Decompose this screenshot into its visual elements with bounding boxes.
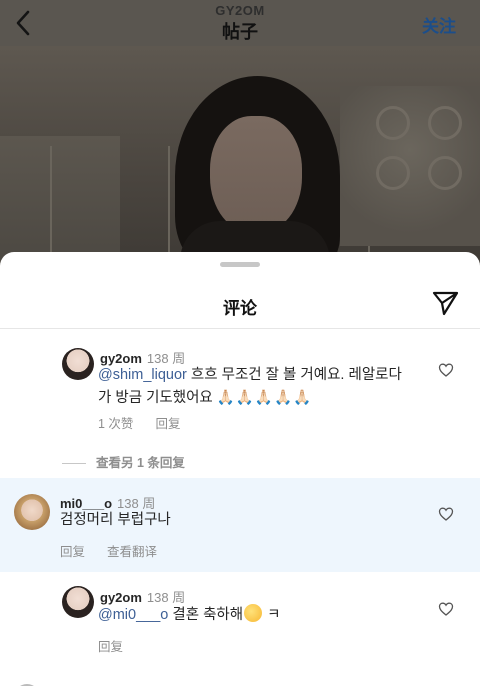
comment-body: 결혼 축하해 <box>168 607 244 623</box>
comment-username[interactable]: gy2om <box>100 590 142 605</box>
photo-ornament <box>376 106 410 140</box>
view-more-replies[interactable]: 查看另 1 条回复 <box>62 452 185 471</box>
comment-actions: 1 次赞 回复 <box>98 413 202 432</box>
post-owner-username: GY2OM <box>215 3 265 18</box>
page-title: 帖子 <box>222 22 258 42</box>
comment-body: 흐흐 무조건 잘 볼 거예요. 레알로다 <box>186 367 402 383</box>
photo-subject-face <box>210 116 302 234</box>
photo-ornament <box>376 156 410 190</box>
view-replies-label[interactable]: 查看另 1 条回复 <box>96 456 185 470</box>
reply-button[interactable]: 回复 <box>155 417 180 431</box>
likes-count[interactable]: 1 次赞 <box>98 417 133 431</box>
heart-outline-icon[interactable] <box>438 506 454 522</box>
reply-button[interactable]: 回复 <box>98 640 123 654</box>
comment-text: @mi0___o 결혼 축하해 ㅋ <box>98 604 280 627</box>
comment-body-line2: 가 방금 기도했어요 <box>98 390 217 406</box>
comment-text: @shim_liquor 흐흐 무조건 잘 볼 거예요. 레알로다 가 방금 기… <box>98 364 438 410</box>
comment-actions: 回复 查看翻译 <box>60 541 179 560</box>
heart-outline-icon[interactable] <box>438 601 454 617</box>
top-bar: GY2OM 帖子 关注 <box>0 0 480 46</box>
heart-outline-icon[interactable] <box>438 362 454 378</box>
photo-ornament <box>428 156 462 190</box>
post-comments-screen: GY2OM 帖子 关注 评论 gy2om 138 周 @shim_liquor … <box>0 0 480 686</box>
sheet-grabber[interactable] <box>220 262 260 267</box>
comment-text: 검정머리 부럽구나 <box>60 512 171 528</box>
translate-button[interactable]: 查看翻译 <box>107 545 157 559</box>
sheet-divider <box>0 328 480 329</box>
post-photo <box>0 46 480 266</box>
photo-shelf <box>50 146 170 256</box>
follow-button[interactable]: 关注 <box>422 12 456 37</box>
photo-ornament <box>428 106 462 140</box>
pray-emoji: 🙏🏻🙏🏻🙏🏻🙏🏻🙏🏻 <box>216 390 313 406</box>
reply-button[interactable]: 回复 <box>60 545 85 559</box>
replies-line <box>62 463 86 465</box>
comments-sheet: 评论 gy2om 138 周 @shim_liquor 흐흐 무조건 잘 볼 거예… <box>0 252 480 686</box>
avatar[interactable] <box>14 494 50 530</box>
smiling-face-emoji <box>244 604 263 622</box>
mention-link[interactable]: @shim_liquor <box>98 367 187 383</box>
comment-actions: 回复 <box>98 636 145 655</box>
comment-timestamp: 138 周 <box>146 590 186 605</box>
comments-title: 评论 <box>223 299 257 318</box>
comment-body-end: ㅋ <box>263 607 281 623</box>
mention-link[interactable]: @mi0___o <box>98 607 168 623</box>
avatar[interactable] <box>62 348 94 380</box>
paper-plane-icon[interactable] <box>430 288 460 318</box>
avatar[interactable] <box>62 586 94 618</box>
